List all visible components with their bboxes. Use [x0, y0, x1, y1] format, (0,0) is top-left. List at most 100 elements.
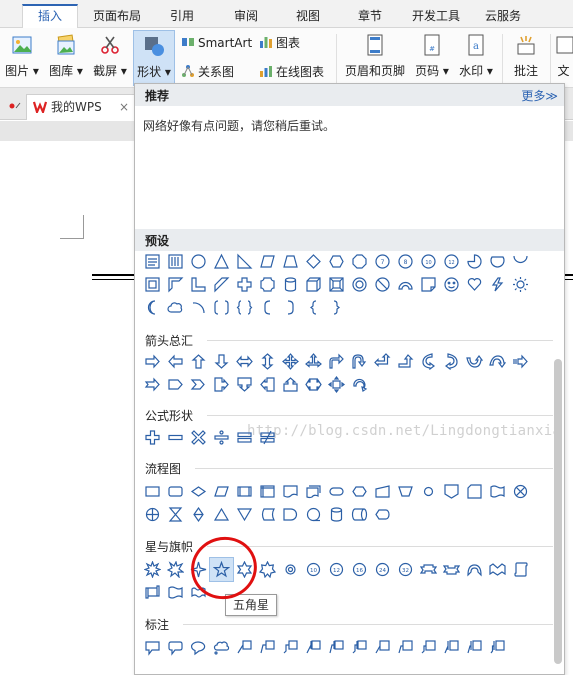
- shapes-button[interactable]: 形状 ▾: [133, 30, 175, 86]
- flowchart-alternate-process[interactable]: [164, 480, 187, 503]
- comment-button[interactable]: 批注: [506, 30, 546, 86]
- shape-right-arrow-callout[interactable]: [210, 373, 233, 396]
- shape-left-right-arrow[interactable]: [233, 350, 256, 373]
- shape-curved-down-ribbon[interactable]: [486, 558, 509, 581]
- shape-dodecagon[interactable]: 12: [440, 250, 463, 273]
- tab-cloud[interactable]: 云服务: [478, 4, 528, 28]
- chart-button[interactable]: 图表: [259, 33, 300, 53]
- relation-chart-button[interactable]: 关系图: [181, 62, 234, 82]
- shape-donut[interactable]: [348, 273, 371, 296]
- shape-vertical-scroll[interactable]: [509, 558, 532, 581]
- shape-decagon[interactable]: 7: [371, 250, 394, 273]
- flowchart-manual-input[interactable]: [371, 480, 394, 503]
- flowchart-or[interactable]: [141, 503, 164, 526]
- shape-pie[interactable]: [463, 250, 486, 273]
- flowchart-delay[interactable]: [279, 503, 302, 526]
- shape-quad-arrow-callout[interactable]: [325, 373, 348, 396]
- shape-oval[interactable]: [187, 250, 210, 273]
- shape-smiley-face[interactable]: [440, 273, 463, 296]
- gallery-button[interactable]: 图库 ▾: [46, 30, 86, 86]
- shape-wave[interactable]: [164, 581, 187, 604]
- shape-equal[interactable]: [233, 426, 256, 449]
- shape-right-arrow[interactable]: [141, 350, 164, 373]
- shape-8-point-star[interactable]: [279, 558, 302, 581]
- flowchart-off-page-connector[interactable]: [440, 480, 463, 503]
- flowchart-document[interactable]: [279, 480, 302, 503]
- tab-developer[interactable]: 开发工具: [406, 4, 466, 28]
- flowchart-display[interactable]: [371, 503, 394, 526]
- shape-up-down-arrow[interactable]: [256, 350, 279, 373]
- flowchart-sequential-storage[interactable]: [302, 503, 325, 526]
- shape-cross[interactable]: [233, 273, 256, 296]
- shape-minus[interactable]: [164, 426, 187, 449]
- flowchart-predefined-process[interactable]: [233, 480, 256, 503]
- shape-left-brace[interactable]: [302, 296, 325, 319]
- page-number-button[interactable]: # 页码 ▾: [412, 30, 452, 86]
- shape-24-point-star[interactable]: 24: [371, 558, 394, 581]
- shape-left-arrow[interactable]: [164, 350, 187, 373]
- shape-trapezoid[interactable]: [279, 250, 302, 273]
- flowchart-data[interactable]: [210, 480, 233, 503]
- shape-frame[interactable]: [141, 273, 164, 296]
- shape-horizontal-scroll[interactable]: [141, 581, 164, 604]
- panel-scrollbar[interactable]: [554, 359, 562, 664]
- flowchart-sort[interactable]: [187, 503, 210, 526]
- flowchart-manual-operation[interactable]: [394, 480, 417, 503]
- shape-up-arrow[interactable]: [187, 350, 210, 373]
- callout-border-1[interactable]: [371, 636, 394, 659]
- shape-right-bracket[interactable]: [279, 296, 302, 319]
- callout-accent-3[interactable]: [348, 636, 371, 659]
- screenshot-button[interactable]: 截屏 ▾: [90, 30, 130, 86]
- header-footer-button[interactable]: 页眉和页脚: [342, 30, 408, 86]
- shape-moon[interactable]: [141, 296, 164, 319]
- flowchart-internal-storage[interactable]: [256, 480, 279, 503]
- shape-left-right-up-arrow[interactable]: [302, 350, 325, 373]
- shape-explosion-2[interactable]: [164, 558, 187, 581]
- tab-review[interactable]: 审阅: [226, 4, 266, 28]
- shape-decagon-8[interactable]: 8: [394, 250, 417, 273]
- flowchart-preparation[interactable]: [348, 480, 371, 503]
- shape-left-bracket[interactable]: [256, 296, 279, 319]
- flowchart-collate[interactable]: [164, 503, 187, 526]
- shape-multiply[interactable]: [187, 426, 210, 449]
- shape-arc[interactable]: [187, 296, 210, 319]
- shape-double-bracket[interactable]: [210, 296, 233, 319]
- callout-border-2[interactable]: [394, 636, 417, 659]
- shape-not-equal[interactable]: [256, 426, 279, 449]
- shape-bent-arrow[interactable]: [325, 350, 348, 373]
- shape-diagonal-stripe[interactable]: [210, 273, 233, 296]
- shape-heart[interactable]: [463, 273, 486, 296]
- shape-up-ribbon[interactable]: [417, 558, 440, 581]
- smartart-button[interactable]: SmartArt: [181, 33, 252, 53]
- shape-triangle[interactable]: [210, 250, 233, 273]
- shape-up-arrow-callout[interactable]: [279, 373, 302, 396]
- shape-bevel[interactable]: [325, 273, 348, 296]
- tab-references[interactable]: 引用: [162, 4, 202, 28]
- callout-rounded-rectangular[interactable]: [164, 636, 187, 659]
- doc-tab-mywps[interactable]: 我的WPS ×: [26, 94, 136, 120]
- flowchart-extract[interactable]: [210, 503, 233, 526]
- tab-insert[interactable]: 插入: [22, 4, 78, 29]
- shape-double-brace[interactable]: [233, 296, 256, 319]
- shape-diamond[interactable]: [302, 250, 325, 273]
- callout-rectangular[interactable]: [141, 636, 164, 659]
- shape-folded-corner[interactable]: [417, 273, 440, 296]
- shape-textbox[interactable]: [141, 250, 164, 273]
- flowchart-stored-data[interactable]: [256, 503, 279, 526]
- flowchart-punched-tape[interactable]: [486, 480, 509, 503]
- shape-cube[interactable]: [302, 273, 325, 296]
- flowchart-terminator[interactable]: [325, 480, 348, 503]
- shape-notched-right-arrow[interactable]: [141, 373, 164, 396]
- shape-sun[interactable]: [509, 273, 532, 296]
- shape-quad-arrow[interactable]: [279, 350, 302, 373]
- shape-curved-left-arrow[interactable]: [440, 350, 463, 373]
- watermark-button[interactable]: a 水印 ▾: [456, 30, 496, 86]
- flowchart-magnetic-disk[interactable]: [325, 503, 348, 526]
- online-chart-button[interactable]: 在线图表: [259, 62, 324, 82]
- shape-curved-down-arrow[interactable]: [486, 350, 509, 373]
- shape-7-point-star[interactable]: [256, 558, 279, 581]
- shape-u-turn-arrow[interactable]: [348, 350, 371, 373]
- shape-32-point-star[interactable]: 32: [394, 558, 417, 581]
- tab-page-layout[interactable]: 页面布局: [86, 4, 148, 28]
- shape-cloud[interactable]: [164, 296, 187, 319]
